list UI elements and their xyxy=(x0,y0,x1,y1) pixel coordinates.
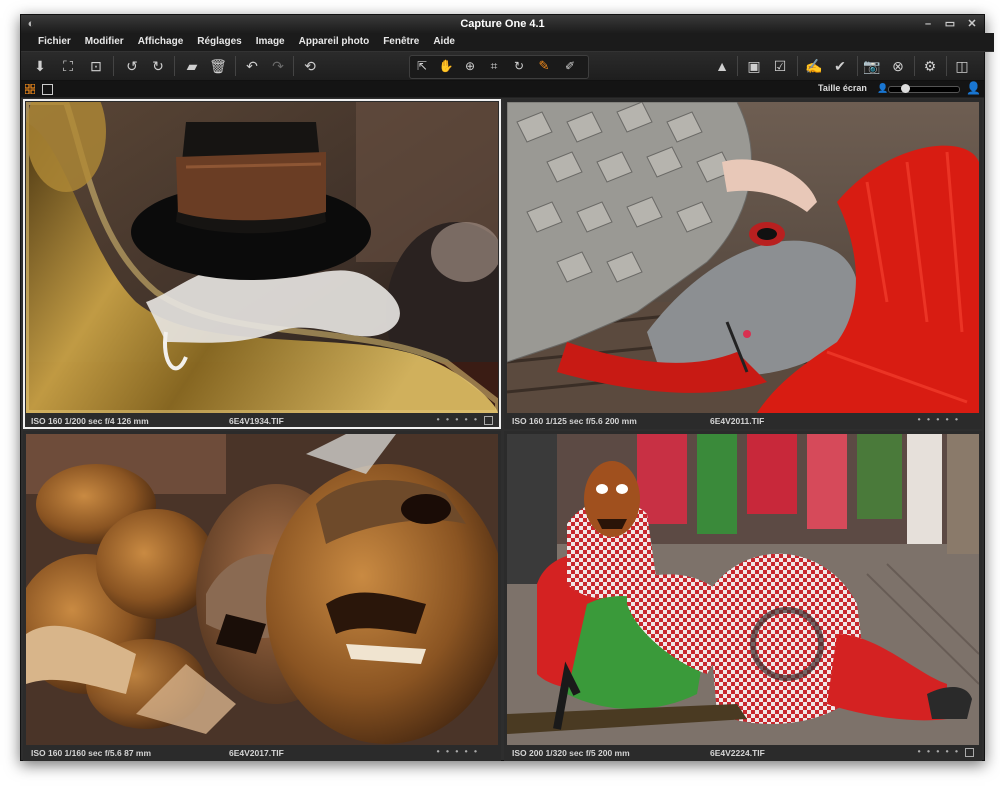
close-icon[interactable]: ✕ xyxy=(966,15,978,33)
toolbar-divider xyxy=(174,56,175,76)
photo-wooden-masks[interactable] xyxy=(26,434,498,745)
color-tag-icon[interactable] xyxy=(965,748,974,757)
rotate-tool-icon[interactable]: ↻ xyxy=(508,55,530,77)
toolbar-divider xyxy=(797,56,798,76)
toolbar-divider xyxy=(113,56,114,76)
window-title: Capture One 4.1 xyxy=(460,18,545,30)
rotate-right-icon[interactable]: ↻ xyxy=(147,55,169,77)
rating-dots[interactable]: • • • • • xyxy=(918,414,960,424)
check-image-icon[interactable]: ☑ xyxy=(769,55,791,77)
size-slider[interactable] xyxy=(888,84,960,93)
move-to-folder-icon[interactable]: ▰ xyxy=(181,55,203,77)
undo-icon[interactable]: ↶ xyxy=(241,55,263,77)
large-size-icon: 👤 xyxy=(966,81,981,95)
menu-modifier[interactable]: Modifier xyxy=(78,33,131,51)
menu-fenetre[interactable]: Fenêtre xyxy=(376,33,426,51)
menu-reglages[interactable]: Réglages xyxy=(190,33,248,51)
picker-tool-icon[interactable]: ✎ xyxy=(533,55,555,77)
edit-icon[interactable]: ✍ xyxy=(803,55,825,77)
photo-gray-mask[interactable] xyxy=(507,102,979,413)
minimize-icon[interactable]: – xyxy=(922,15,934,33)
rating-dots[interactable]: • • • • • xyxy=(918,746,960,756)
pan-tool-icon[interactable]: ✋ xyxy=(435,55,457,77)
photo-cell-4[interactable]: ISO 200 1/320 sec f/5 200 mm 6E4V2224.TI… xyxy=(504,431,982,761)
small-size-icon: 👤 xyxy=(877,83,889,93)
select-tool-icon[interactable]: ⇱ xyxy=(411,55,433,77)
capture-icon[interactable]: ⛶ xyxy=(57,55,79,77)
app-icon: ◐ xyxy=(27,18,35,30)
toolbar-divider xyxy=(737,56,738,76)
window-controls: – ▭ ✕ xyxy=(922,15,978,33)
color-tag-icon[interactable] xyxy=(484,416,493,425)
photo-meta: ISO 200 1/320 sec f/5 200 mm xyxy=(512,748,630,758)
cancel-icon[interactable]: ⊗ xyxy=(887,55,909,77)
photo-meta: ISO 160 1/125 sec f/5.6 200 mm xyxy=(512,416,637,426)
toolbar-divider xyxy=(946,56,947,76)
photo-hat-horn[interactable] xyxy=(26,102,498,413)
rating-dots[interactable]: • • • • • xyxy=(437,746,479,756)
crop-tool-icon[interactable]: ⌗ xyxy=(483,55,505,77)
photo-cell-1[interactable]: ISO 160 1/200 sec f/4 126 mm 6E4V1934.TI… xyxy=(23,99,501,429)
photo-witch-costumes[interactable] xyxy=(507,434,979,745)
menu-fichier[interactable]: Fichier xyxy=(31,33,78,51)
menu-appareil-photo[interactable]: Appareil photo xyxy=(292,33,377,51)
camera-icon[interactable]: 📷 xyxy=(861,55,883,77)
toolbar-divider xyxy=(914,56,915,76)
photo-filename: 6E4V2017.TIF xyxy=(229,748,284,758)
menu-image[interactable]: Image xyxy=(249,33,292,51)
photo-caption: ISO 160 1/200 sec f/4 126 mm 6E4V1934.TI… xyxy=(31,414,493,427)
menu-bar: Fichier Modifier Affichage Réglages Imag… xyxy=(21,33,994,52)
toolbar-divider xyxy=(293,56,294,76)
app-window: ◐ Capture One 4.1 – ▭ ✕ Fichier Modifier… xyxy=(20,14,994,761)
photo-cell-3[interactable]: ISO 160 1/160 sec f/5.6 87 mm 6E4V2017.T… xyxy=(23,431,501,761)
rating-dots[interactable]: • • • • • xyxy=(437,414,479,424)
photo-filename: 6E4V2011.TIF xyxy=(710,416,765,426)
menu-affichage[interactable]: Affichage xyxy=(131,33,191,51)
view-bar: Taille écran 👤 👤 xyxy=(21,81,984,97)
reset-icon[interactable]: ⟲ xyxy=(299,55,321,77)
title-bar: ◐ Capture One 4.1 – ▭ ✕ xyxy=(21,15,984,33)
grid-view-icon[interactable] xyxy=(25,84,35,94)
menu-aide[interactable]: Aide xyxy=(426,33,462,51)
import-icon[interactable]: ⬇ xyxy=(29,55,51,77)
redo-icon[interactable]: ↷ xyxy=(267,55,289,77)
annotate-tool-icon[interactable]: ✐ xyxy=(559,55,581,77)
settings-icon[interactable]: ⚙ xyxy=(919,55,941,77)
photo-caption: ISO 160 1/125 sec f/5.6 200 mm 6E4V2011.… xyxy=(512,414,974,427)
photo-cell-2[interactable]: ISO 160 1/125 sec f/5.6 200 mm 6E4V2011.… xyxy=(504,99,982,429)
single-view-icon[interactable] xyxy=(42,84,53,95)
photo-meta: ISO 160 1/200 sec f/4 126 mm xyxy=(31,416,149,426)
zoom-tool-icon[interactable]: ⊕ xyxy=(459,55,481,77)
photo-meta: ISO 160 1/160 sec f/5.6 87 mm xyxy=(31,748,152,758)
size-slider-knob[interactable] xyxy=(901,84,911,93)
rotate-left-icon[interactable]: ↺ xyxy=(121,55,143,77)
photo-viewer: ISO 160 1/200 sec f/4 126 mm 6E4V1934.TI… xyxy=(21,98,984,761)
toolbar-divider xyxy=(235,56,236,76)
photo-filename: 6E4V2224.TIF xyxy=(710,748,765,758)
trash-icon[interactable]: 🗑 xyxy=(207,55,229,77)
toolbar-divider xyxy=(857,56,858,76)
maximize-icon[interactable]: ▭ xyxy=(944,15,956,33)
toolbar: ⬇ ⛶ ⊡ ↺ ↻ ▰ 🗑 ↶ ↷ ⟲ ⇱ ✋ ⊕ ⌗ ↻ ✎ ✐ ▲ ▣ ☑ … xyxy=(21,52,984,81)
warning-icon[interactable]: ▲ xyxy=(711,55,733,77)
edit-check-icon[interactable]: ✔ xyxy=(829,55,851,77)
photo-caption: ISO 200 1/320 sec f/5 200 mm 6E4V2224.TI… xyxy=(512,746,974,759)
layout-icon[interactable]: ◫ xyxy=(951,55,973,77)
photo-caption: ISO 160 1/160 sec f/5.6 87 mm 6E4V2017.T… xyxy=(31,746,493,759)
photo-filename: 6E4V1934.TIF xyxy=(229,416,284,426)
size-label: Taille écran xyxy=(818,83,867,93)
export-icon[interactable]: ⊡ xyxy=(85,55,107,77)
add-image-icon[interactable]: ▣ xyxy=(743,55,765,77)
